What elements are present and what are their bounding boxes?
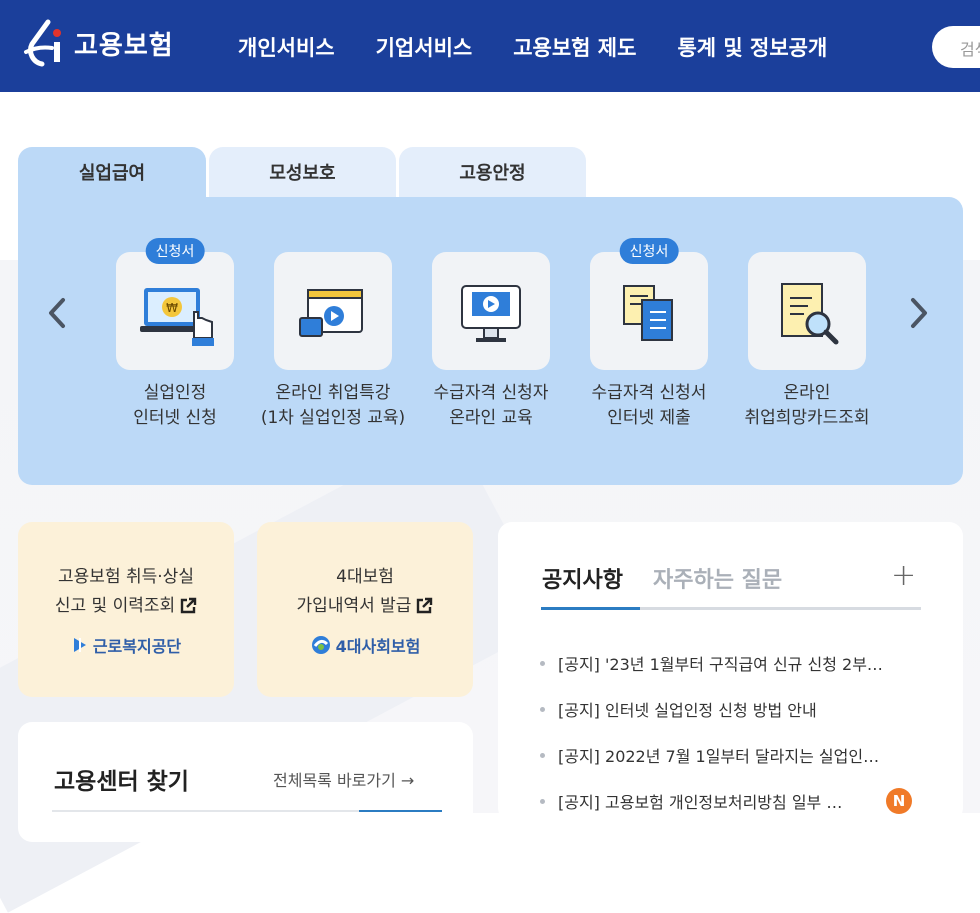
monitor-play-icon <box>461 285 521 342</box>
tab-faq[interactable]: 자주하는 질문 <box>653 562 782 594</box>
documents-icon <box>623 285 673 341</box>
service-label-line1: 온라인 <box>783 383 831 403</box>
chevron-left-icon[interactable] <box>46 297 68 338</box>
plus-icon[interactable]: + <box>891 558 916 593</box>
service-item-unemployment-recognition[interactable]: 신청서 ₩ 실업인정 인터넷 신청 <box>95 238 255 431</box>
list-item[interactable]: [공지] '23년 1월부터 구직급여 신규 신청 2부… <box>540 640 930 686</box>
list-item[interactable]: [공지] 2022년 7월 1일부터 달라지는 실업인… <box>540 732 930 778</box>
notice-title: [공지] 2022년 7월 1일부터 달라지는 실업인… <box>558 747 880 766</box>
org-name: 근로복지공단 <box>92 637 182 656</box>
card-line1: 고용보험 취득·상실 <box>58 567 194 587</box>
service-icon-box <box>432 252 550 370</box>
notice-list: [공지] '23년 1월부터 구직급여 신규 신청 2부… [공지] 인터넷 실… <box>540 640 930 824</box>
site-logo[interactable]: 고용보험 <box>18 18 174 68</box>
service-label-line2: 인터넷 제출 <box>607 408 691 428</box>
tab-unemployment-benefit[interactable]: 실업급여 <box>18 147 206 197</box>
notice-title: [공지] 인터넷 실업인정 신청 방법 안내 <box>558 701 817 720</box>
service-icon-box <box>748 252 866 370</box>
logo-text: 고용보험 <box>74 30 174 61</box>
video-lecture-icon <box>299 289 363 337</box>
tab-employment-stability[interactable]: 고용안정 <box>399 147 586 197</box>
laptop-payment-icon: ₩ <box>140 288 214 346</box>
center-underline <box>52 810 442 812</box>
list-item[interactable]: [공지] 인터넷 실업인정 신청 방법 안내 <box>540 686 930 732</box>
chevron-right-icon[interactable] <box>908 297 930 338</box>
external-link-icon <box>417 597 433 614</box>
notice-tabs: 공지사항 자주하는 질문 <box>542 562 782 594</box>
kcomwel-logo-icon <box>73 638 86 652</box>
site-header: 고용보험 개인서비스 기업서비스 고용보험 제도 통계 및 정보공개 검색 <box>0 0 980 92</box>
service-label-line1: 온라인 취업특강 <box>275 383 391 403</box>
tab-notices[interactable]: 공지사항 <box>542 562 623 594</box>
search-placeholder: 검색 <box>960 40 980 59</box>
service-icon-box: 신청서 ₩ <box>116 238 234 370</box>
service-item-application-submission[interactable]: 신청서 수급자격 신청서 인터넷 제출 <box>569 238 729 431</box>
nav-insurance-system[interactable]: 고용보험 제도 <box>513 32 636 62</box>
card-social-insurance-certificate[interactable]: 4대보험 가입내역서 발급 4대사회보험 <box>257 522 473 697</box>
service-label-line2: 취업희망카드조회 <box>744 408 870 428</box>
service-icon-box: 신청서 <box>590 238 708 370</box>
notice-title: [공지] '23년 1월부터 구직급여 신규 신청 2부… <box>558 655 883 674</box>
document-search-icon <box>781 283 839 345</box>
application-badge: 신청서 <box>619 238 679 264</box>
card-insurance-history[interactable]: 고용보험 취득·상실 신고 및 이력조회 근로복지공단 <box>18 522 234 697</box>
service-panel: 신청서 ₩ 실업인정 인터넷 신청 온라인 취업특강 (1차 실업인정 교육) … <box>18 197 963 485</box>
svg-text:₩: ₩ <box>166 301 178 315</box>
view-all-link[interactable]: 전체목록 바로가기 → <box>273 767 414 791</box>
service-item-applicant-education[interactable]: 수급자격 신청자 온라인 교육 <box>411 252 571 431</box>
service-label-line1: 실업인정 <box>143 383 207 403</box>
card-line2: 신고 및 이력조회 <box>54 596 176 616</box>
notice-panel: 공지사항 자주하는 질문 + [공지] '23년 1월부터 구직급여 신규 신청… <box>498 522 963 822</box>
card-line1: 4대보험 <box>336 567 394 587</box>
nav-statistics[interactable]: 통계 및 정보공개 <box>677 32 827 62</box>
social-insurance-logo-icon <box>311 636 330 654</box>
notice-title: [공지] 고용보험 개인정보처리방침 일부 … <box>558 793 843 812</box>
search-input[interactable]: 검색 <box>932 26 980 68</box>
service-label-line1: 수급자격 신청서 <box>591 383 707 403</box>
new-badge: N <box>886 788 912 814</box>
main-nav: 개인서비스 기업서비스 고용보험 제도 통계 및 정보공개 <box>238 32 868 62</box>
center-finder: 고용센터 찾기 전체목록 바로가기 → <box>18 722 473 842</box>
service-label-line1: 수급자격 신청자 <box>433 383 549 403</box>
logo-mark-icon <box>18 18 68 68</box>
nav-personal-services[interactable]: 개인서비스 <box>238 32 335 62</box>
list-item[interactable]: [공지] 고용보험 개인정보처리방침 일부 … N <box>540 778 930 824</box>
card-line2: 가입내역서 발급 <box>296 596 412 616</box>
service-item-online-lecture[interactable]: 온라인 취업특강 (1차 실업인정 교육) <box>253 252 413 431</box>
application-badge: 신청서 <box>145 238 205 264</box>
service-icon-box <box>274 252 392 370</box>
org-name: 4대사회보험 <box>335 637 421 656</box>
service-item-job-card-lookup[interactable]: 온라인 취업희망카드조회 <box>727 252 887 431</box>
service-label-line2: 온라인 교육 <box>449 408 533 428</box>
center-finder-title: 고용센터 찾기 <box>54 769 189 795</box>
service-label-line2: 인터넷 신청 <box>133 408 217 428</box>
notice-tab-underline <box>541 607 921 610</box>
nav-business-services[interactable]: 기업서비스 <box>376 32 473 62</box>
tab-maternity-protection[interactable]: 모성보호 <box>209 147 396 197</box>
external-link-icon <box>180 597 197 614</box>
service-tabs: 실업급여 모성보호 고용안정 <box>18 147 586 197</box>
service-label-line2: (1차 실업인정 교육) <box>260 408 406 428</box>
